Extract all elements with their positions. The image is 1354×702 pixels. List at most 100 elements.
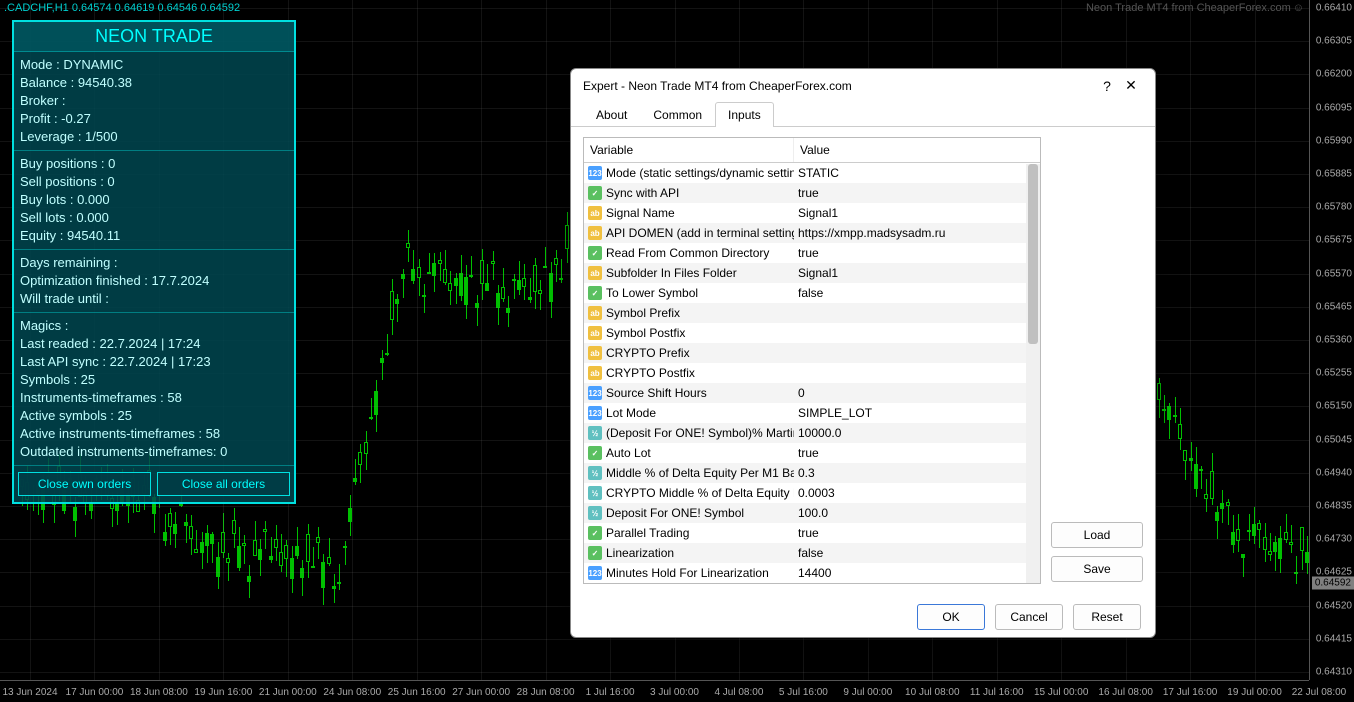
param-row[interactable]: abCRYPTO Prefix: [584, 343, 1040, 363]
y-tick: 0.65780: [1316, 202, 1352, 213]
param-row[interactable]: ab Symbol Prefix: [584, 303, 1040, 323]
param-value-cell[interactable]: true: [794, 246, 1040, 260]
param-row[interactable]: ✓Sync with APItrue: [584, 183, 1040, 203]
sell-positions-row: Sell positions : 0: [20, 173, 288, 191]
reset-button[interactable]: Reset: [1073, 604, 1141, 630]
grid-scroll-thumb[interactable]: [1028, 164, 1038, 344]
param-row[interactable]: abSymbol Postfix: [584, 323, 1040, 343]
param-row[interactable]: ✓Parallel Tradingtrue: [584, 523, 1040, 543]
x-tick: 19 Jun 16:00: [194, 687, 252, 698]
dialog-body: Variable Value 123Mode (static settings/…: [571, 127, 1155, 594]
broker-row: Broker :: [20, 92, 288, 110]
param-value-cell[interactable]: STATIC: [794, 166, 1040, 180]
y-tick: 0.66200: [1316, 69, 1352, 80]
y-tick: 0.65990: [1316, 135, 1352, 146]
cancel-button[interactable]: Cancel: [995, 604, 1063, 630]
close-icon[interactable]: ✕: [1119, 77, 1143, 94]
param-name-cell: ab Symbol Prefix: [584, 306, 794, 320]
tab-inputs[interactable]: Inputs: [715, 102, 774, 127]
param-name-cell: ✓Linearization: [584, 546, 794, 560]
param-value-cell[interactable]: 10000.0: [794, 426, 1040, 440]
param-name: Symbol Prefix: [606, 306, 680, 320]
param-name: Linearization: [606, 546, 674, 560]
param-value-cell[interactable]: true: [794, 446, 1040, 460]
instrument-label: .CADCHF,H1 0.64574 0.64619 0.64546 0.645…: [4, 2, 240, 14]
param-value-cell[interactable]: Signal1: [794, 266, 1040, 280]
param-name-cell: abSymbol Postfix: [584, 326, 794, 340]
active-symbols-row: Active symbols : 25: [20, 407, 288, 425]
param-row[interactable]: ½Middle % of Delta Equity Per M1 Bar (F.…: [584, 463, 1040, 483]
param-value-cell[interactable]: 0: [794, 386, 1040, 400]
param-row[interactable]: 123Mode (static settings/dynamic setting…: [584, 163, 1040, 183]
param-type-icon: ½: [588, 486, 602, 500]
buy-positions-row: Buy positions : 0: [20, 155, 288, 173]
param-row[interactable]: abSubfolder In Files FolderSignal1: [584, 263, 1040, 283]
param-value-cell[interactable]: 0.0003: [794, 486, 1040, 500]
y-tick: 0.64520: [1316, 600, 1352, 611]
param-type-icon: ab: [588, 306, 602, 320]
neon-section-positions: Buy positions : 0 Sell positions : 0 Buy…: [14, 151, 294, 250]
param-row[interactable]: ½ CRYPTO Middle % of Delta Equity Per ...…: [584, 483, 1040, 503]
param-name-cell: ½(Deposit For ONE! Symbol)% Martin Do...: [584, 426, 794, 440]
tab-common[interactable]: Common: [640, 102, 715, 127]
param-row[interactable]: abAPI DOMEN (add in terminal settings!)h…: [584, 223, 1040, 243]
param-value-cell[interactable]: 0.3: [794, 466, 1040, 480]
param-row[interactable]: ✓Auto Lottrue: [584, 443, 1040, 463]
param-name: To Lower Symbol: [606, 286, 698, 300]
param-type-icon: ✓: [588, 446, 602, 460]
neon-buttons: Close own orders Close all orders: [14, 466, 294, 502]
close-all-orders-button[interactable]: Close all orders: [157, 472, 290, 496]
param-row[interactable]: 123Source Shift Hours0: [584, 383, 1040, 403]
param-value-cell[interactable]: true: [794, 526, 1040, 540]
y-tick: 0.65045: [1316, 434, 1352, 445]
param-name-cell: ✓Auto Lot: [584, 446, 794, 460]
param-type-icon: 123: [588, 406, 602, 420]
tab-about[interactable]: About: [583, 102, 640, 127]
param-type-icon: ½: [588, 426, 602, 440]
grid-scrollbar[interactable]: [1026, 164, 1040, 583]
param-row[interactable]: ✓Read From Common Directorytrue: [584, 243, 1040, 263]
param-type-icon: ✓: [588, 286, 602, 300]
param-value-cell[interactable]: https://xmpp.madsysadm.ru: [794, 226, 1040, 240]
param-name: Lot Mode: [606, 406, 656, 420]
optimization-row: Optimization finished : 17.7.2024: [20, 272, 288, 290]
save-button[interactable]: Save: [1051, 556, 1143, 582]
param-name: CRYPTO Postfix: [606, 366, 695, 380]
param-value-cell[interactable]: false: [794, 286, 1040, 300]
param-row[interactable]: ½Deposit For ONE! Symbol100.0: [584, 503, 1040, 523]
param-type-icon: ✓: [588, 526, 602, 540]
param-value-cell[interactable]: 14400: [794, 566, 1040, 580]
x-tick: 28 Jun 08:00: [517, 687, 575, 698]
ok-button[interactable]: OK: [917, 604, 985, 630]
y-tick: 0.66095: [1316, 102, 1352, 113]
x-tick: 22 Jul 08:00: [1292, 687, 1347, 698]
profit-row: Profit : -0.27: [20, 110, 288, 128]
dialog-tabs: About Common Inputs: [571, 102, 1155, 127]
y-tick: 0.64415: [1316, 633, 1352, 644]
neon-section-sync: Magics : Last readed : 22.7.2024 | 17:24…: [14, 313, 294, 466]
inputs-grid: Variable Value 123Mode (static settings/…: [583, 137, 1041, 584]
param-row[interactable]: ✓Linearizationfalse: [584, 543, 1040, 563]
param-row[interactable]: ✓ To Lower Symbol false: [584, 283, 1040, 303]
param-name: CRYPTO Middle % of Delta Equity Per ...: [606, 486, 794, 500]
dialog-titlebar[interactable]: Expert - Neon Trade MT4 from CheaperFore…: [571, 69, 1155, 102]
param-row[interactable]: abCRYPTO Postfix: [584, 363, 1040, 383]
param-value-cell[interactable]: 100.0: [794, 506, 1040, 520]
leverage-row: Leverage : 1/500: [20, 128, 288, 146]
close-own-orders-button[interactable]: Close own orders: [18, 472, 151, 496]
header-value[interactable]: Value: [794, 138, 1040, 162]
load-button[interactable]: Load: [1051, 522, 1143, 548]
param-value-cell[interactable]: true: [794, 186, 1040, 200]
header-variable[interactable]: Variable: [584, 138, 794, 162]
param-row[interactable]: abSignal NameSignal1: [584, 203, 1040, 223]
param-value-cell[interactable]: Signal1: [794, 206, 1040, 220]
help-icon[interactable]: ?: [1095, 78, 1119, 94]
active-inst-row: Active instruments-timeframes : 58: [20, 425, 288, 443]
param-row[interactable]: ½(Deposit For ONE! Symbol)% Martin Do...…: [584, 423, 1040, 443]
param-row[interactable]: 123Minutes Hold For Linearization14400: [584, 563, 1040, 583]
param-value-cell[interactable]: SIMPLE_LOT: [794, 406, 1040, 420]
x-tick: 16 Jul 08:00: [1098, 687, 1153, 698]
param-name: CRYPTO Prefix: [606, 346, 690, 360]
param-value-cell[interactable]: false: [794, 546, 1040, 560]
param-row[interactable]: 123 Lot Mode SIMPLE_LOT: [584, 403, 1040, 423]
